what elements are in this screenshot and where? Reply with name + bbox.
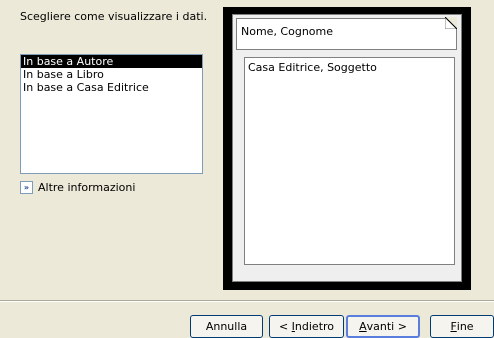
list-item-book[interactable]: In base a Libro <box>21 68 202 81</box>
back-button[interactable]: < Indietro <box>269 315 344 338</box>
next-label-rest: vanti > <box>366 320 407 333</box>
double-chevron-right-icon[interactable]: » <box>20 181 33 194</box>
preview-header-field: Nome, Cognome <box>236 18 457 50</box>
preview-body-field: Casa Editrice, Soggetto <box>244 57 455 265</box>
view-by-listbox[interactable]: In base a Autore In base a Libro In base… <box>20 54 203 174</box>
next-button[interactable]: Avanti > <box>346 315 420 338</box>
finish-label-rest: ine <box>456 320 474 333</box>
list-item-publisher[interactable]: In base a Casa Editrice <box>21 81 202 94</box>
page-fold-icon <box>445 17 457 29</box>
back-label-rest: ndietro <box>294 320 335 333</box>
back-label-prefix: < <box>278 320 292 333</box>
next-mnemonic: A <box>359 320 367 333</box>
instruction-text: Scegliere come visualizzare i dati. <box>20 10 208 23</box>
list-item-author[interactable]: In base a Autore <box>21 55 202 68</box>
cancel-label: Annulla <box>205 320 248 333</box>
more-info-label[interactable]: Altre informazioni <box>38 181 135 194</box>
button-separator <box>0 300 494 302</box>
cancel-button[interactable]: Annulla <box>190 315 263 338</box>
more-info-link[interactable]: » Altre informazioni <box>20 181 135 194</box>
finish-button[interactable]: Fine <box>430 315 494 338</box>
